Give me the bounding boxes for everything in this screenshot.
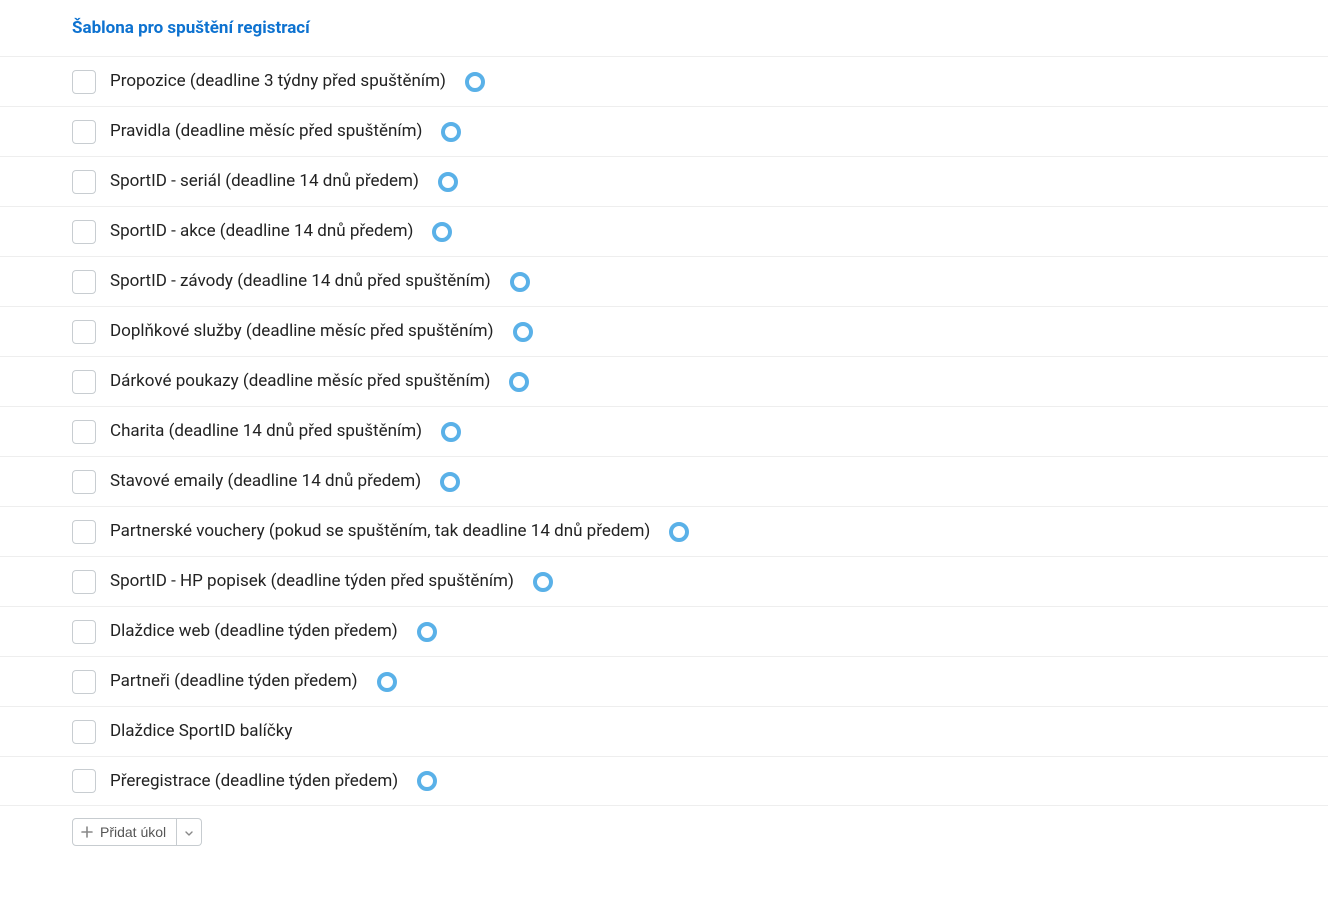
status-ring-icon[interactable] [464,71,486,93]
task-checkbox[interactable] [72,769,96,793]
plus-icon [81,826,93,838]
status-ring-icon[interactable] [440,421,462,443]
footer-actions: Přidat úkol [0,806,1328,846]
task-checkbox[interactable] [72,720,96,744]
status-ring-icon[interactable] [512,321,534,343]
status-ring-icon[interactable] [376,671,398,693]
task-row[interactable]: Dárkové poukazy (deadline měsíc před spu… [0,356,1328,406]
task-label: Doplňkové služby (deadline měsíc před sp… [110,320,494,342]
task-label: Stavové emaily (deadline 14 dnů předem) [110,470,421,492]
add-task-dropdown[interactable] [177,818,202,846]
task-checkbox[interactable] [72,470,96,494]
task-row[interactable]: SportID - závody (deadline 14 dnů před s… [0,256,1328,306]
status-ring-icon[interactable] [416,621,438,643]
task-checkbox[interactable] [72,70,96,94]
task-row[interactable]: Přeregistrace (deadline týden předem) [0,756,1328,806]
task-checkbox[interactable] [72,420,96,444]
task-row[interactable]: SportID - akce (deadline 14 dnů předem) [0,206,1328,256]
status-ring-icon[interactable] [437,171,459,193]
task-checkbox[interactable] [72,370,96,394]
task-row[interactable]: Partneři (deadline týden předem) [0,656,1328,706]
task-row[interactable]: Propozice (deadline 3 týdny před spuštěn… [0,56,1328,106]
task-template-container: Šablona pro spuštění registrací Propozic… [0,0,1328,846]
task-checkbox[interactable] [72,520,96,544]
status-ring-icon[interactable] [668,521,690,543]
status-ring-icon[interactable] [439,471,461,493]
task-checkbox[interactable] [72,170,96,194]
task-label: Dárkové poukazy (deadline měsíc před spu… [110,370,490,392]
task-label: Dlaždice web (deadline týden předem) [110,620,398,642]
caret-down-icon [185,825,193,840]
task-checkbox[interactable] [72,570,96,594]
task-label: Partneři (deadline týden předem) [110,670,358,692]
task-checkbox[interactable] [72,320,96,344]
task-row[interactable]: SportID - seriál (deadline 14 dnů předem… [0,156,1328,206]
task-label: SportID - HP popisek (deadline týden pře… [110,570,514,592]
task-row[interactable]: SportID - HP popisek (deadline týden pře… [0,556,1328,606]
task-row[interactable]: Pravidla (deadline měsíc před spuštěním) [0,106,1328,156]
status-ring-icon[interactable] [416,770,438,792]
add-task-label: Přidat úkol [100,824,166,840]
task-checkbox[interactable] [72,120,96,144]
status-ring-icon[interactable] [431,221,453,243]
status-ring-icon[interactable] [532,571,554,593]
task-checkbox[interactable] [72,670,96,694]
task-row[interactable]: Stavové emaily (deadline 14 dnů předem) [0,456,1328,506]
task-list: Propozice (deadline 3 týdny před spuštěn… [0,56,1328,806]
task-row[interactable]: Dlaždice SportID balíčky [0,706,1328,756]
task-checkbox[interactable] [72,620,96,644]
status-ring-icon[interactable] [508,371,530,393]
task-label: Dlaždice SportID balíčky [110,720,292,742]
section-title[interactable]: Šablona pro spuštění registrací [0,0,1328,56]
task-label: Charita (deadline 14 dnů před spuštěním) [110,420,422,442]
task-row[interactable]: Doplňkové služby (deadline měsíc před sp… [0,306,1328,356]
task-label: Pravidla (deadline měsíc před spuštěním) [110,120,422,142]
task-label: Partnerské vouchery (pokud se spuštěním,… [110,520,650,542]
task-label: SportID - akce (deadline 14 dnů předem) [110,220,413,242]
status-ring-icon[interactable] [509,271,531,293]
status-ring-icon[interactable] [440,121,462,143]
task-label: SportID - seriál (deadline 14 dnů předem… [110,170,419,192]
task-checkbox[interactable] [72,270,96,294]
task-label: SportID - závody (deadline 14 dnů před s… [110,270,491,292]
add-task-button[interactable]: Přidat úkol [72,818,177,846]
task-checkbox[interactable] [72,220,96,244]
task-label: Přeregistrace (deadline týden předem) [110,770,398,792]
task-row[interactable]: Dlaždice web (deadline týden předem) [0,606,1328,656]
task-row[interactable]: Partnerské vouchery (pokud se spuštěním,… [0,506,1328,556]
task-label: Propozice (deadline 3 týdny před spuštěn… [110,70,446,92]
task-row[interactable]: Charita (deadline 14 dnů před spuštěním) [0,406,1328,456]
